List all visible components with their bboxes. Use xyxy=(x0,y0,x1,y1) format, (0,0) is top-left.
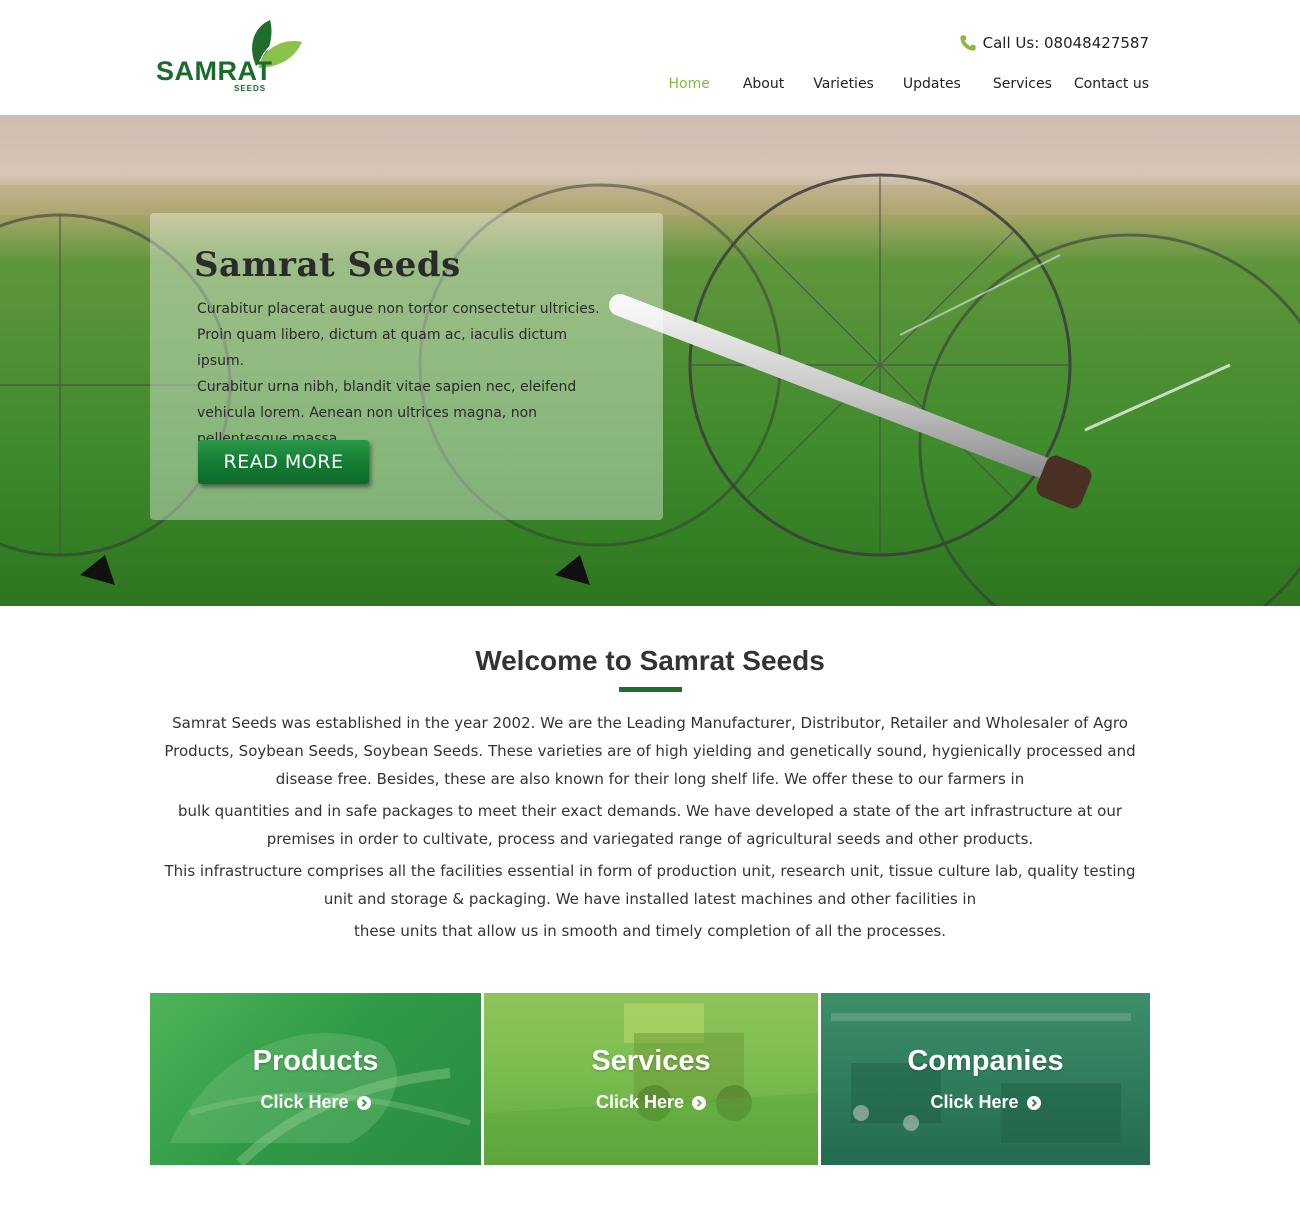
hero-intro-panel: Samrat Seeds Curabitur placerat augue no… xyxy=(150,213,663,520)
companies-tile[interactable]: Companies Click Here xyxy=(821,993,1150,1165)
phone-icon xyxy=(959,35,976,51)
phone-contact[interactable]: Call Us: 08048427587 xyxy=(959,34,1149,52)
factory-floor-image xyxy=(831,1013,1131,1143)
tractor-field-image xyxy=(484,1003,818,1165)
main-nav: Home About Varieties Updates Services Co… xyxy=(668,76,1149,92)
nav-home[interactable]: Home xyxy=(668,76,709,92)
nav-varieties[interactable]: Varieties xyxy=(813,76,874,92)
click-here-link[interactable]: Click Here xyxy=(150,1092,481,1113)
phone-label: Call Us: 08048427587 xyxy=(982,34,1149,52)
hero-text-line: vehicula lorem. Aenean non ultrices magn… xyxy=(197,405,538,421)
click-here-link[interactable]: Click Here xyxy=(821,1092,1150,1113)
welcome-paragraph: bulk quantities and in safe packages to … xyxy=(178,802,1122,848)
hero-text-line: Curabitur placerat augue non tortor cons… xyxy=(197,301,600,317)
tile-title: Companies xyxy=(907,1045,1064,1077)
nav-services[interactable]: Services xyxy=(993,76,1052,92)
welcome-paragraph: Samrat Seeds was established in the year… xyxy=(164,714,1136,788)
tile-title: Services xyxy=(591,1045,711,1077)
tile-title: Products xyxy=(252,1045,379,1077)
hero-title: Samrat Seeds xyxy=(194,245,461,285)
hero-text-line: Curabitur urna nibh, blandit vitae sapie… xyxy=(197,379,577,395)
read-more-button[interactable]: READ MORE xyxy=(198,440,369,484)
logo-wordmark: SAMRAT xyxy=(156,56,273,86)
logo-subtitle: SEEDS xyxy=(234,84,267,93)
site-header: SAMRAT SEEDS Call Us: 08048427587 Home A… xyxy=(0,0,1300,115)
welcome-paragraph: these units that allow us in smooth and … xyxy=(353,922,947,940)
samrat-seeds-logo[interactable]: SAMRAT SEEDS xyxy=(152,18,312,98)
welcome-heading: Welcome to Samrat Seeds xyxy=(475,645,825,676)
heading-underline xyxy=(619,687,682,692)
chevron-right-circle-icon xyxy=(356,1096,371,1111)
hero-banner: Samrat Seeds Curabitur placerat augue no… xyxy=(0,115,1300,606)
click-here-label: Click Here xyxy=(260,1092,349,1112)
services-tile[interactable]: Services Click Here xyxy=(484,993,818,1165)
nav-updates[interactable]: Updates xyxy=(903,76,961,92)
nav-contact-us[interactable]: Contact us xyxy=(1074,76,1149,92)
products-tile[interactable]: Products Click Here xyxy=(150,993,481,1165)
hand-with-wheat-image xyxy=(170,1033,471,1165)
click-here-label: Click Here xyxy=(930,1092,1019,1112)
chevron-right-circle-icon xyxy=(692,1096,707,1111)
nav-about[interactable]: About xyxy=(743,76,784,92)
hero-description: Curabitur placerat augue non tortor cons… xyxy=(197,296,617,452)
welcome-paragraph: This infrastructure comprises all the fa… xyxy=(164,862,1136,908)
hero-text-line: Proin quam libero, dictum at quam ac, ia… xyxy=(197,327,568,369)
chevron-right-circle-icon xyxy=(1026,1096,1041,1111)
click-here-label: Click Here xyxy=(595,1092,685,1112)
click-here-link[interactable]: Click Here xyxy=(484,1092,818,1113)
